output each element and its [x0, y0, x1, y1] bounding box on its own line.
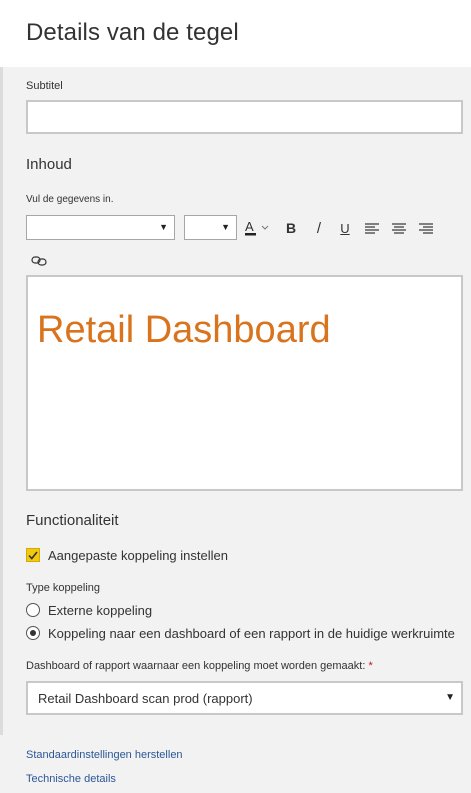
align-center-button[interactable] — [390, 219, 408, 237]
custom-link-label[interactable]: Aangepaste koppeling instellen — [48, 548, 228, 563]
external-link-label[interactable]: Externe koppeling — [48, 603, 152, 618]
target-dropdown[interactable]: Retail Dashboard scan prod (rapport) ▼ — [26, 681, 463, 715]
content-instruction: Vul de gegevens in. — [26, 194, 114, 205]
target-dropdown-value: Retail Dashboard scan prod (rapport) — [38, 691, 253, 706]
custom-link-checkbox[interactable] — [26, 548, 40, 562]
align-center-icon — [392, 223, 406, 234]
font-size-select[interactable]: ▼ — [184, 215, 237, 240]
workspace-link-label[interactable]: Koppeling naar een dashboard of een rapp… — [48, 626, 455, 641]
subtitle-label: Subtitel — [26, 80, 63, 92]
font-color-icon: A — [245, 219, 269, 236]
link-icon — [31, 256, 47, 266]
chevron-down-icon: ▼ — [221, 222, 230, 232]
required-marker: * — [368, 660, 373, 672]
italic-button[interactable]: / — [311, 217, 327, 239]
workspace-link-radio[interactable] — [26, 626, 40, 640]
panel-left-border — [0, 67, 3, 735]
chevron-down-icon: ▼ — [159, 222, 168, 232]
panel-title: Details van de tegel — [26, 19, 239, 46]
italic-icon: / — [316, 219, 322, 237]
reset-defaults-link[interactable]: Standaardinstellingen herstellen — [26, 749, 183, 761]
external-link-radio[interactable] — [26, 603, 40, 617]
align-left-icon — [365, 223, 379, 234]
checkmark-icon — [28, 551, 38, 560]
content-editor[interactable]: Retail Dashboard — [26, 275, 463, 491]
underline-icon: U — [340, 220, 350, 236]
target-label: Dashboard of rapport waarnaar een koppel… — [26, 660, 373, 672]
target-label-text: Dashboard of rapport waarnaar een koppel… — [26, 660, 366, 672]
svg-text:A: A — [245, 219, 254, 234]
subtitle-input[interactable] — [26, 100, 463, 134]
bold-icon: B — [285, 220, 297, 236]
functionality-section-title: Functionaliteit — [26, 512, 119, 529]
editor-text: Retail Dashboard — [37, 309, 331, 351]
font-family-select[interactable]: ▼ — [26, 215, 175, 240]
technical-details-link[interactable]: Technische details — [26, 773, 116, 785]
align-right-icon — [419, 223, 433, 234]
align-right-button[interactable] — [417, 219, 435, 237]
insert-link-button[interactable] — [30, 253, 48, 269]
panel-header: Details van de tegel — [0, 0, 471, 67]
content-section-title: Inhoud — [26, 156, 72, 173]
chevron-down-icon: ▼ — [445, 692, 455, 703]
bold-button[interactable]: B — [283, 217, 299, 239]
link-type-label: Type koppeling — [26, 582, 100, 594]
font-color-button[interactable]: A — [244, 217, 272, 239]
underline-button[interactable]: U — [337, 217, 353, 239]
align-left-button[interactable] — [363, 219, 381, 237]
